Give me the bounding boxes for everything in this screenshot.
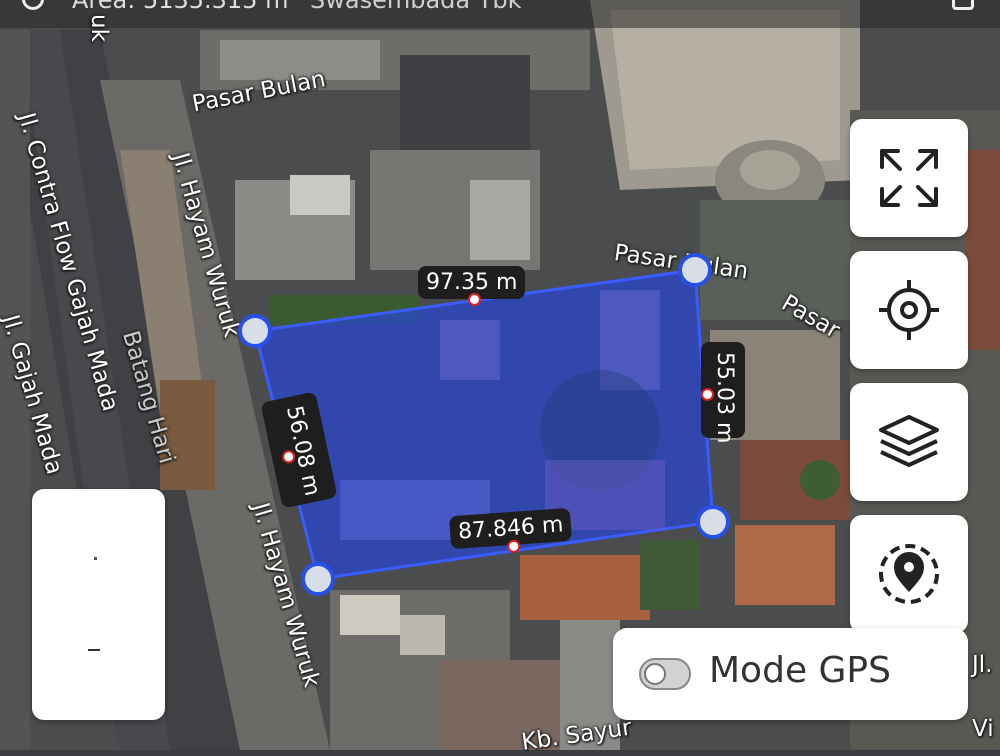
top-status-bar: Area: 5135.315 m Swasembada Tbk [0, 0, 1000, 28]
vertex-handle-bottom-left[interactable] [301, 562, 335, 596]
measurement-right-midpoint[interactable] [701, 388, 714, 401]
measurement-right-text: 55.03 m [712, 352, 737, 444]
map-layers-button[interactable] [850, 383, 968, 501]
zoom-panel[interactable] [32, 489, 165, 720]
crosshair-icon [879, 280, 939, 340]
gps-mode-panel: Mode GPS [613, 628, 968, 720]
road-label-right-edge-vi: Vi [972, 716, 994, 742]
vertex-handle-top-left[interactable] [238, 314, 272, 348]
measurement-right: 55.03 m [701, 342, 745, 444]
zoom-out-marker[interactable] [88, 649, 100, 651]
vertex-handle-bottom-right[interactable] [696, 505, 730, 539]
measurement-top-text: 97.35 m [426, 270, 518, 295]
fullscreen-button[interactable] [850, 119, 968, 237]
gps-mode-toggle[interactable] [639, 658, 691, 690]
place-name: Swasembada Tbk [310, 0, 522, 14]
gps-mode-label: Mode GPS [709, 650, 891, 691]
measurement-left-text: 56.08 m [281, 403, 325, 499]
road-label-top-left-fragment: uk [86, 14, 112, 42]
measurement-top: 97.35 m [418, 266, 526, 306]
layers-icon [879, 415, 939, 467]
area-pin-icon [22, 0, 44, 10]
expand-icon [880, 149, 938, 207]
share-icon[interactable] [952, 0, 974, 10]
road-label-right-edge-jl: Jl. [972, 652, 993, 678]
gps-mode-toggle-knob [644, 663, 666, 685]
location-pin-button[interactable] [850, 515, 968, 633]
vertex-handle-top-right[interactable] [678, 253, 712, 287]
location-pin-icon [879, 544, 939, 604]
measurement-top-midpoint[interactable] [468, 293, 481, 306]
my-location-button[interactable] [850, 251, 968, 369]
zoom-in-marker[interactable] [94, 557, 97, 560]
area-readout: Area: 5135.315 m [72, 0, 289, 14]
